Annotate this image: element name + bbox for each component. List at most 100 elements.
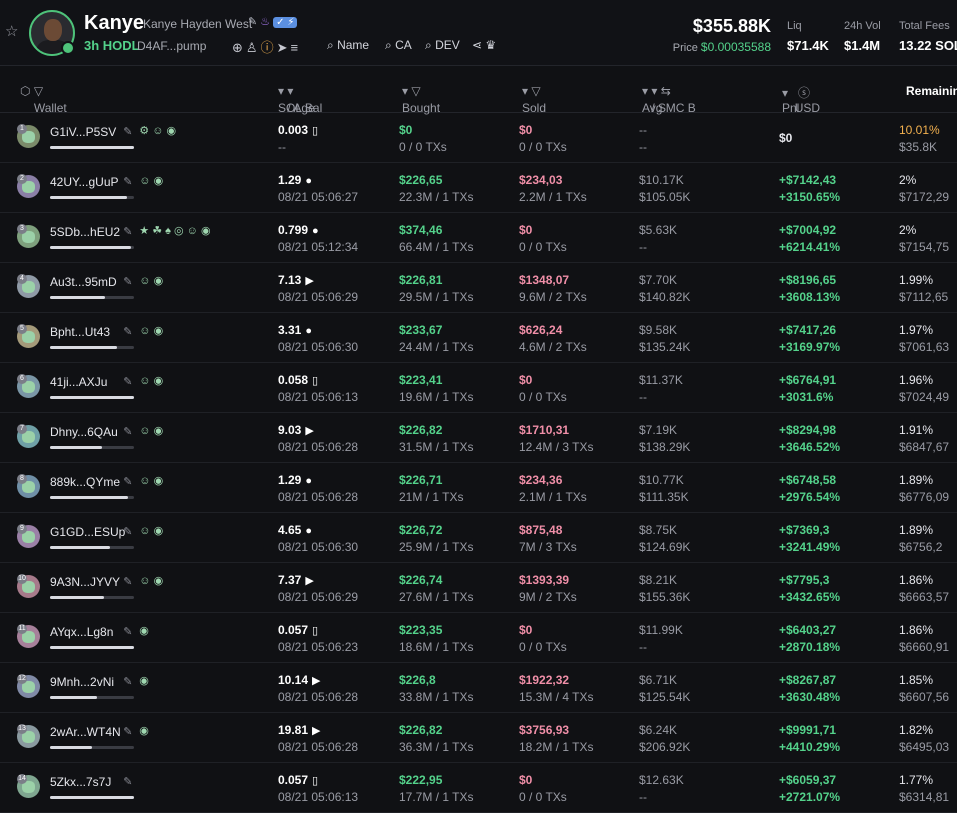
remaining-usd: $6660,91 — [899, 640, 950, 654]
edit-icon[interactable]: ✎ — [123, 175, 132, 188]
wallet-address[interactable]: 9A3N...JYVY — [50, 575, 120, 589]
list-icon[interactable]: ≡ — [290, 40, 301, 55]
wallet-address[interactable]: G1iV...P5SV — [50, 125, 116, 139]
wallet-address[interactable]: AYqx...Lg8n — [50, 625, 113, 639]
table-row[interactable]: 7 Dhny...6QAu ✎ ☺ ◉ 9.03 ▶ 08/21 05:06:28 $226,… — [0, 413, 957, 463]
column-pnl[interactable]: Pnl ▾ USD ⓢ — [782, 84, 820, 115]
remaining-usd: $6776,09 — [899, 490, 950, 504]
wallet-address[interactable]: G1GD...ESUp — [50, 525, 125, 539]
edit-icon[interactable]: ✎ — [123, 375, 132, 388]
remaining-usd: $35.8K — [899, 140, 938, 154]
avg-mc-sell: $105.05K — [639, 190, 691, 204]
remaining-usd: $7154,75 — [899, 240, 950, 254]
table-row[interactable]: 10 9A3N...JYVY ✎ ☺ ◉ 7.37 ▶ 08/21 05:06:29 $226… — [0, 563, 957, 613]
wallet-address[interactable]: Au3t...95mD — [50, 275, 117, 289]
first-buy-time: 08/21 05:06:13 — [278, 790, 359, 804]
search-dev-button[interactable]: ⌕ DEV — [425, 38, 460, 53]
avg-mc-sell: -- — [639, 390, 647, 404]
pnl-usd: +$9991,71 — [779, 723, 837, 737]
edit-icon[interactable]: ✎ — [123, 575, 132, 588]
wallet-address[interactable]: Dhny...6QAu — [50, 425, 118, 439]
first-buy-time: 08/21 05:06:28 — [278, 490, 359, 504]
table-row[interactable]: 11 AYqx...Lg8n ✎ ◉ 0.057 ▯ 08/21 05:06:23 $223,… — [0, 613, 957, 663]
table-row[interactable]: 4 Au3t...95mD ✎ ☺ ◉ 7.13 ▶ 08/21 05:06:29 $226,… — [0, 263, 957, 313]
edit-icon[interactable]: ✎ — [123, 775, 132, 788]
wallet-badges: ◉ — [139, 625, 149, 637]
edit-icon[interactable]: ✎ — [123, 275, 132, 288]
wallet-address[interactable]: 889k...QYme — [50, 475, 120, 489]
holding-progress-bar — [50, 446, 134, 449]
table-row[interactable]: 8 889k...QYme ✎ ☺ ◉ 1.29 ● 08/21 05:06:28 $226,… — [0, 463, 957, 513]
table-row[interactable]: 13 2wAr...WT4N ✎ ◉ 19.81 ▶ 08/21 05:06:28 $226,… — [0, 713, 957, 763]
bought-tokens: 0 / 0 TXs — [399, 140, 447, 154]
table-row[interactable]: 2 42UY...gUuP ✎ ☺ ◉ 1.29 ● 08/21 05:06:27 $226,… — [0, 163, 957, 213]
first-buy-time: 08/21 05:06:30 — [278, 540, 359, 554]
column-wallet[interactable]: ⬡ Wallet ▽ — [20, 84, 67, 115]
edit-icon[interactable]: ✎ — [123, 425, 132, 438]
column-sold[interactable]: Sold ▾ ▽ — [522, 84, 546, 115]
sold-usd: $234,36 — [519, 473, 563, 487]
wallet-address[interactable]: 5Zkx...7s7J — [50, 775, 111, 789]
favorite-star-icon[interactable]: ☆ — [5, 24, 21, 40]
column-bought[interactable]: Bought ▾ ▽ — [402, 84, 440, 115]
edit-icon[interactable]: ✎ — [123, 675, 132, 688]
remaining-usd: $7024,49 — [899, 390, 950, 404]
table-row[interactable]: 9 G1GD...ESUp ✎ ☺ ◉ 4.65 ● 08/21 05:06:30 $226,… — [0, 513, 957, 563]
wallet-address[interactable]: 41ji...AXJu — [50, 375, 107, 389]
table-row[interactable]: 6 41ji...AXJu ✎ ☺ ◉ 0.058 ▯ 08/21 05:06:13 $223… — [0, 363, 957, 413]
holding-progress-bar — [50, 246, 134, 249]
edit-icon[interactable]: ✎ — [123, 125, 132, 138]
wallet-address[interactable]: Bpht...Ut43 — [50, 325, 110, 339]
search-ca-button[interactable]: ⌕ CA — [385, 38, 412, 53]
pnl-percent: +6214.41% — [779, 240, 841, 254]
pnl-usd: +$7142,43 — [779, 173, 837, 187]
avg-mc-buy: $6.71K — [639, 673, 678, 687]
token-address[interactable]: D4AF...pump — [137, 39, 206, 53]
sol-balance: 10.14 ▶ — [278, 673, 321, 687]
warning-icon[interactable]: ⓘ — [261, 40, 277, 55]
holding-progress-bar — [50, 496, 134, 499]
avg-mc-buy: $8.21K — [639, 573, 678, 587]
table-row[interactable]: 1 G1iV...P5SV ✎ ⚙ ☺ ◉ 0.003 ▯ -- $0 0 / 0 TXs $0 0… — [0, 113, 957, 163]
bought-usd: $226,72 — [399, 523, 443, 537]
edit-icon[interactable]: ✎ — [248, 16, 257, 28]
wallet-address[interactable]: 9Mnh...2vNi — [50, 675, 114, 689]
edit-icon[interactable]: ✎ — [123, 475, 132, 488]
edit-icon[interactable]: ✎ — [123, 525, 132, 538]
holding-progress-fill — [50, 696, 98, 699]
wallet-address[interactable]: 2wAr...WT4N — [50, 725, 121, 739]
telegram-icon[interactable]: ➤ — [277, 40, 291, 55]
pnl-percent: +3241.49% — [779, 540, 841, 554]
table-row[interactable]: 5 Bpht...Ut43 ✎ ☺ ◉ 3.31 ● 08/21 05:06:30 $233,… — [0, 313, 957, 363]
remaining-usd: $6663,57 — [899, 590, 950, 604]
wallet-address[interactable]: 5SDb...hEU2 — [50, 225, 120, 239]
sol-balance: 7.13 ▶ — [278, 273, 314, 287]
column-sol-bal[interactable]: SOL Bal ▾ / Age ▾ — [278, 84, 322, 115]
pnl-percent: +2721.07% — [779, 790, 841, 804]
edit-icon[interactable]: ✎ — [123, 625, 132, 638]
wallet-address[interactable]: 42UY...gUuP — [50, 175, 119, 189]
edit-icon[interactable]: ✎ — [123, 225, 132, 238]
pnl-percent: +3630.48% — [779, 690, 841, 704]
pnl-percent: +3169.97% — [779, 340, 841, 354]
remaining-percent: 2% — [899, 173, 917, 187]
edit-icon[interactable]: ✎ — [123, 725, 132, 738]
table-row[interactable]: 14 5Zkx...7s7J ✎ 0.057 ▯ 08/21 05:06:13 $222,9… — [0, 763, 957, 813]
search-name-button[interactable]: ⌕ Name — [327, 38, 369, 53]
remaining-usd: $7112,65 — [899, 290, 949, 304]
table-row[interactable]: 3 5SDb...hEU2 ✎ ★ ☘ ♠ ◎ ☺ ◉ 0.799 ● 08/21 05:1… — [0, 213, 957, 263]
share-icon[interactable]: ⋖ ♛ — [472, 38, 496, 52]
avg-mc-sell: -- — [639, 140, 647, 154]
remaining-percent: 1.91% — [899, 423, 934, 437]
remaining-usd: $6756,2 — [899, 540, 943, 554]
table-row[interactable]: 12 9Mnh...2vNi ✎ ◉ 10.14 ▶ 08/21 05:06:28 $226,… — [0, 663, 957, 713]
wallet-tier-icon: ▯ — [312, 375, 319, 387]
edit-icon[interactable]: ✎ — [123, 325, 132, 338]
column-remaining[interactable]: Remaining — [906, 84, 957, 98]
user-icon[interactable]: ♙ — [246, 40, 261, 55]
pnl-usd: +$7369,3 — [779, 523, 830, 537]
column-avg-mc[interactable]: Avg MC B ▾ / S ▾ ⇆ — [642, 84, 696, 115]
sol-balance: 0.057 ▯ — [278, 773, 319, 787]
globe-icon[interactable]: ⊕ — [232, 40, 246, 55]
wallet-tier-icon: ▯ — [312, 775, 319, 787]
